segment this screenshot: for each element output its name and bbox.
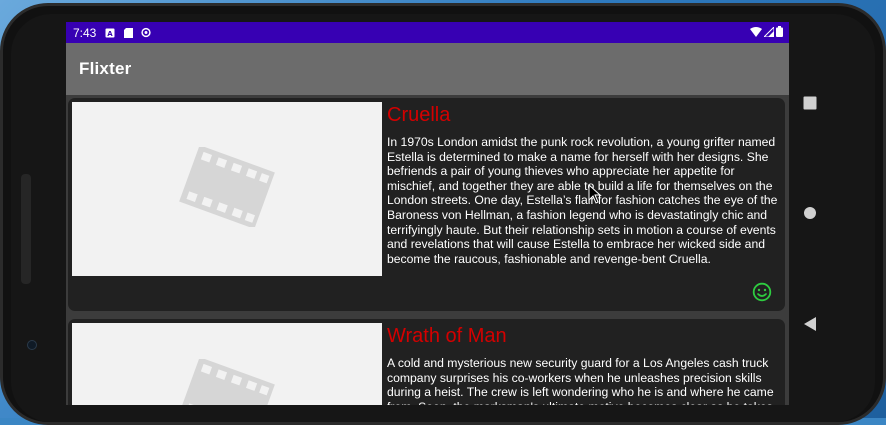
status-bar: 7:43 A: [66, 22, 789, 43]
cell-signal-icon: [762, 25, 775, 40]
square-icon: [803, 96, 817, 110]
movie-title: Cruella: [387, 104, 451, 126]
movie-poster: [72, 323, 382, 405]
circle-icon: [804, 207, 816, 219]
app-title: Flixter: [79, 59, 132, 78]
recents-button[interactable]: [797, 95, 823, 111]
movie-card[interactable]: Cruella In 1970s London amidst the punk …: [68, 98, 785, 311]
movie-card[interactable]: Wrath of Man A cold and mysterious new s…: [68, 319, 785, 405]
film-placeholder-icon: [175, 145, 279, 231]
back-button[interactable]: [797, 315, 823, 333]
status-time: 7:43: [73, 25, 97, 40]
svg-text:A: A: [108, 30, 114, 38]
movie-poster: [72, 102, 382, 276]
film-placeholder-icon: [175, 357, 279, 405]
device-screen: 7:43 A Flixter Cruella In 1970s London a…: [66, 22, 789, 405]
smiley-icon[interactable]: [752, 282, 772, 306]
a-notification-icon: A: [105, 28, 115, 38]
wifi-icon: [750, 26, 762, 40]
sync-icon: [141, 27, 151, 38]
movie-overview: A cold and mysterious new security guard…: [387, 356, 774, 405]
home-button[interactable]: [797, 205, 823, 221]
sd-card-icon: [123, 27, 133, 38]
movie-title: Wrath of Man: [387, 325, 507, 347]
volume-button[interactable]: [21, 174, 31, 284]
battery-icon: [776, 25, 783, 40]
status-right-icons: [750, 25, 789, 40]
mouse-cursor-icon: [588, 183, 602, 208]
movie-list[interactable]: Cruella In 1970s London amidst the punk …: [66, 95, 789, 405]
movie-overview: In 1970s London amidst the punk rock rev…: [387, 135, 778, 266]
camera-icon: [27, 340, 37, 350]
triangle-back-icon: [804, 317, 816, 331]
app-bar: Flixter: [66, 43, 789, 95]
